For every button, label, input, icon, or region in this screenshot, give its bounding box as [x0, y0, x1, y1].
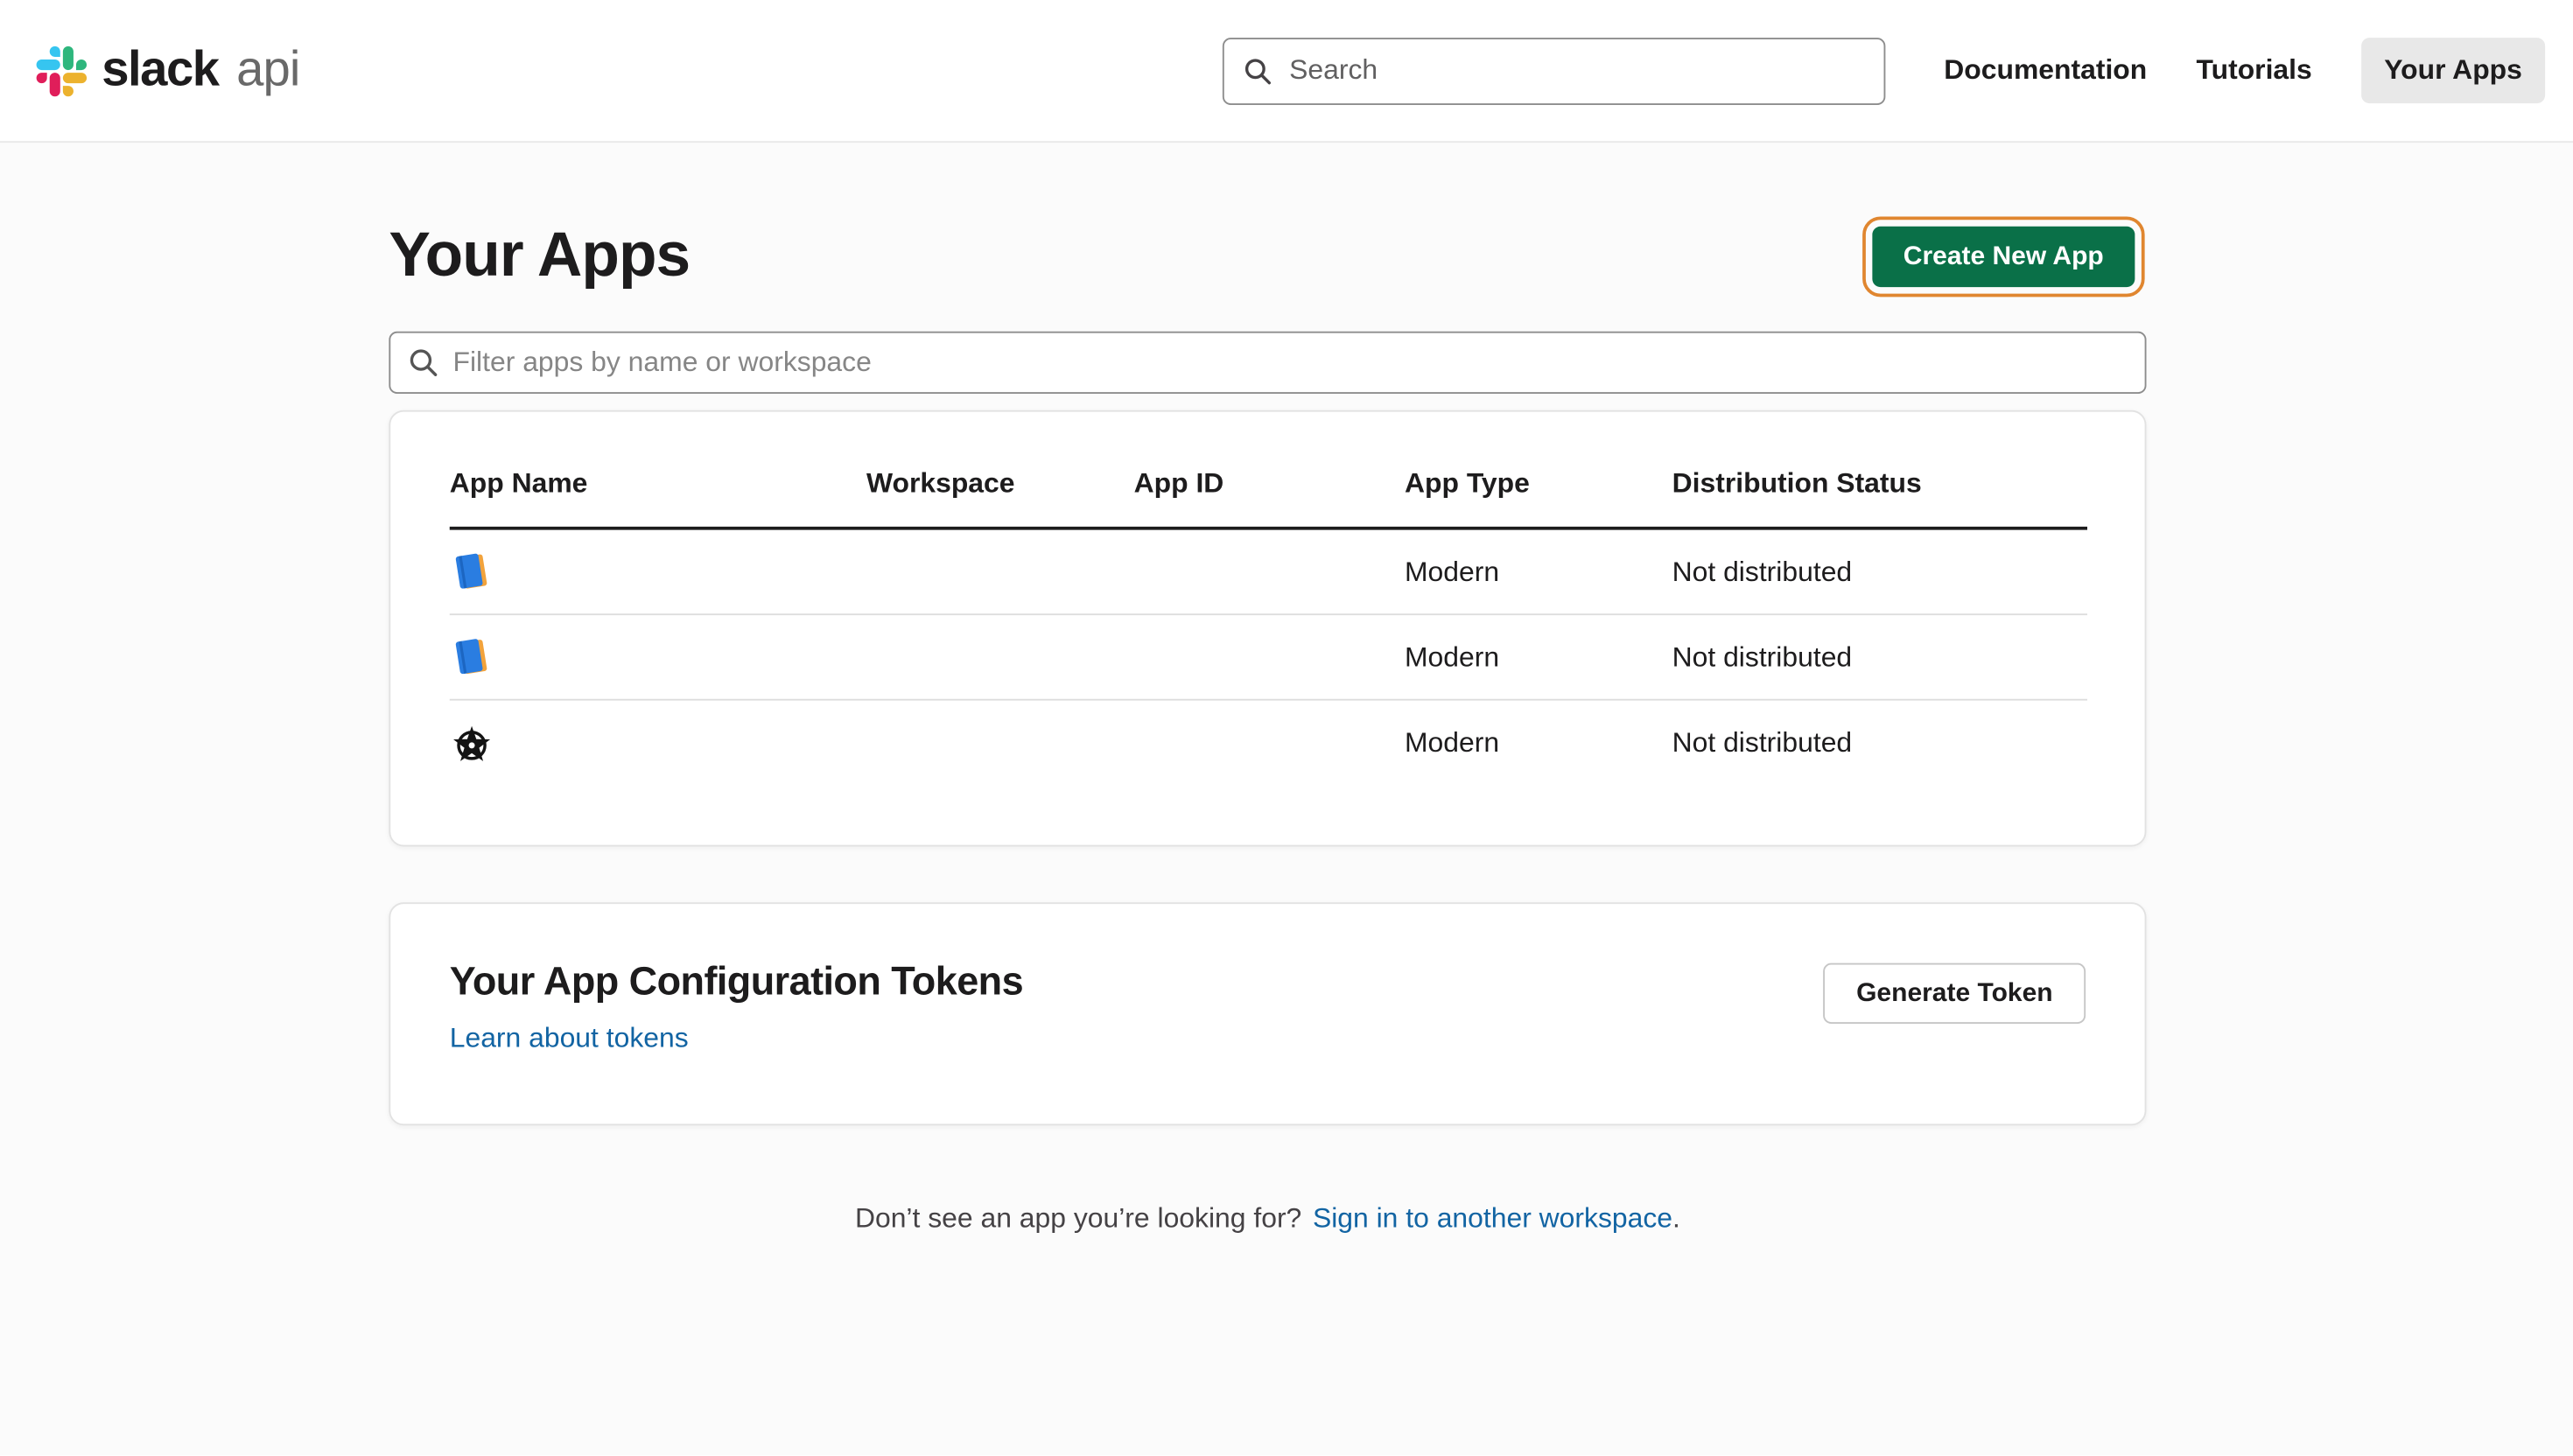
nav-your-apps[interactable]: Your Apps	[2361, 38, 2545, 103]
main-content: Your Apps Create New App App Name Worksp…	[389, 221, 2146, 1236]
generate-token-button[interactable]: Generate Token	[1824, 963, 2086, 1024]
filter-apps	[389, 332, 2146, 394]
learn-about-tokens-link[interactable]: Learn about tokens	[450, 1022, 689, 1054]
brand-name: slack	[102, 43, 218, 99]
slack-logo-icon	[36, 46, 87, 96]
col-app-type: App Type	[1405, 467, 1672, 500]
apps-table-header: App Name Workspace App ID App Type Distr…	[450, 467, 2087, 529]
title-row: Your Apps Create New App	[389, 221, 2146, 292]
footer-note: Don’t see an app you’re looking for? Sig…	[389, 1202, 2146, 1236]
search-icon	[1244, 57, 1272, 85]
app-row[interactable]: Modern Not distributed	[450, 530, 2087, 616]
config-tokens-card: Your App Configuration Tokens Learn abou…	[389, 902, 2146, 1125]
site-header: slack api Documentation Tutorials Your Ap…	[0, 0, 2573, 143]
col-distribution-status: Distribution Status	[1672, 467, 2087, 500]
tokens-card-text: Your App Configuration Tokens Learn abou…	[450, 960, 1023, 1055]
search-input[interactable]	[1286, 52, 1863, 88]
apps-table-card: App Name Workspace App ID App Type Distr…	[389, 410, 2146, 847]
slack-api-logo[interactable]: slack api	[36, 43, 299, 99]
brand-suffix: api	[236, 43, 299, 99]
blue-book-icon	[450, 635, 494, 680]
create-new-app-button[interactable]: Create New App	[1872, 227, 2135, 287]
app-type: Modern	[1405, 556, 1672, 589]
sign-in-another-workspace-link[interactable]: Sign in to another workspace	[1313, 1202, 1672, 1234]
footer-note-text: Don’t see an app you’re looking for?	[855, 1202, 1301, 1234]
nav-documentation[interactable]: Documentation	[1944, 54, 2147, 88]
nav-tutorials[interactable]: Tutorials	[2197, 54, 2312, 88]
top-nav: Documentation Tutorials Your Apps	[1944, 38, 2545, 103]
col-workspace: Workspace	[866, 467, 1134, 500]
filter-apps-input[interactable]	[389, 332, 2146, 394]
blue-book-icon	[450, 550, 494, 594]
app-distribution-status: Not distributed	[1672, 556, 2087, 589]
filter-search-icon	[409, 348, 438, 378]
app-type: Modern	[1405, 727, 1672, 760]
app-row[interactable]: Modern Not distributed	[450, 615, 2087, 701]
header-search-box[interactable]	[1222, 37, 1885, 104]
app-type: Modern	[1405, 640, 1672, 674]
col-app-id: App ID	[1134, 467, 1405, 500]
page-title: Your Apps	[389, 221, 690, 292]
app-row[interactable]: Modern Not distributed	[450, 701, 2087, 787]
col-app-name: App Name	[450, 467, 866, 500]
black-star-icon	[450, 721, 494, 766]
tokens-card-title: Your App Configuration Tokens	[450, 960, 1023, 1006]
app-distribution-status: Not distributed	[1672, 727, 2087, 760]
footer-note-suffix: .	[1672, 1202, 1680, 1234]
app-distribution-status: Not distributed	[1672, 640, 2087, 674]
